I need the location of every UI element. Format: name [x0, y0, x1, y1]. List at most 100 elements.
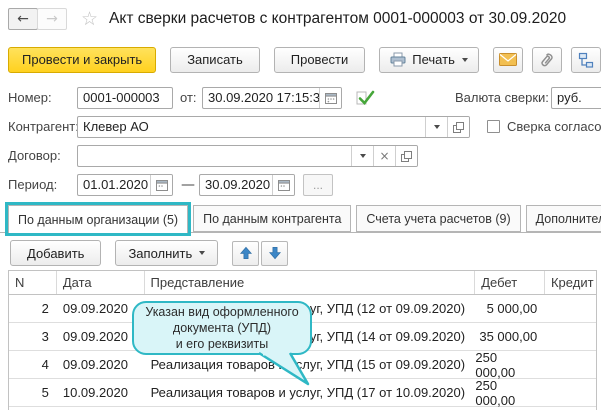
number-input[interactable]: 0001-000003 [77, 87, 173, 109]
fill-label: Заполнить [128, 245, 193, 261]
cell-debit: 250 000,00 [475, 349, 516, 380]
tab-additional[interactable]: Дополнительно [525, 205, 601, 232]
number-label: Номер: [8, 90, 52, 105]
toolbar: Провести и закрыть Записать Провести Печ… [8, 46, 601, 73]
tab-label: По данным контрагента [203, 211, 342, 226]
reconciliation-approved-checkbox[interactable] [487, 120, 500, 133]
cell-n: 5 [41, 385, 49, 400]
period-from-calendar-button[interactable] [150, 175, 172, 195]
cell-date: 10.09.2020 [62, 385, 128, 400]
contract-open-button[interactable] [395, 146, 417, 166]
upd-highlighted-text: УПД (17 от 10.09.2020) [326, 385, 466, 400]
period-to-calendar-button[interactable] [272, 175, 294, 195]
calendar-icon [277, 179, 290, 191]
calendar-icon [324, 92, 337, 104]
forward-button[interactable]: → [37, 8, 67, 30]
clear-x-icon: × [379, 149, 390, 163]
arrow-down-icon [268, 246, 282, 260]
calendar-icon [155, 179, 168, 191]
titlebar: ← → ☆ Акт сверки расчетов с контрагентом… [8, 6, 566, 32]
document-structure-button[interactable] [570, 46, 601, 73]
envelope-icon [498, 53, 517, 66]
callout-text-line: документа (УПД) [172, 321, 272, 335]
open-form-icon [401, 150, 412, 162]
cell-date: 09.09.2020 [62, 357, 128, 372]
back-button[interactable]: ← [8, 8, 38, 30]
period-to-input[interactable]: 30.09.2020 [199, 174, 295, 196]
move-row-up-button[interactable] [232, 240, 260, 266]
date-calendar-button[interactable] [319, 88, 341, 108]
cell-debit: 5 000,00 [486, 301, 538, 316]
tab-by-organization-data[interactable]: По данным организации (5) [8, 205, 189, 233]
column-header-debit[interactable]: Дебет [475, 271, 545, 294]
period-dash: — [181, 177, 195, 193]
favorite-star-icon[interactable]: ☆ [81, 8, 98, 30]
structure-icon [578, 52, 594, 68]
paperclip-icon [537, 49, 557, 70]
tab-label: Дополнительно [535, 211, 601, 226]
currency-input[interactable]: руб. [551, 87, 601, 109]
period-more-button[interactable]: ... [303, 174, 333, 196]
number-value: 0001-000003 [83, 90, 160, 105]
tab-by-counterparty-data[interactable]: По данным контрагента [193, 205, 352, 232]
write-button[interactable]: Записать [170, 46, 260, 73]
printer-icon [390, 52, 406, 67]
add-row-button[interactable]: Добавить [10, 240, 102, 266]
table-header-row: N Дата Представление Дебет Кредит [9, 271, 596, 295]
column-header-n[interactable]: N [9, 271, 57, 294]
currency-label: Валюта сверки: [455, 90, 549, 105]
back-arrow-icon: ← [17, 11, 29, 27]
print-dropdown-caret-icon [461, 57, 468, 62]
forward-arrow-icon: → [46, 11, 58, 27]
reconciliation-act-window: ← → ☆ Акт сверки расчетов с контрагентом… [0, 0, 601, 410]
tab-label: По данным организации (5) [18, 212, 179, 227]
tab-label: Счета учета расчетов (9) [366, 211, 511, 226]
set-current-date-button[interactable] [356, 89, 375, 107]
currency-value: руб. [557, 90, 582, 105]
counterparty-input[interactable]: Клевер АО [77, 116, 470, 138]
fill-button[interactable]: Заполнить [115, 240, 219, 266]
tabstrip: По данным организации (5) По данным конт… [8, 205, 601, 233]
attachments-button[interactable] [531, 46, 562, 73]
fill-dropdown-caret-icon [199, 251, 206, 255]
cell-n: 4 [41, 357, 49, 372]
callout-text-line: и его реквизиты [175, 337, 269, 351]
post-button[interactable]: Провести [273, 46, 366, 73]
period-label: Период: [8, 177, 58, 192]
period-from-input[interactable]: 01.01.2020 [77, 174, 173, 196]
open-form-icon [453, 121, 464, 133]
period-to-value: 30.09.2020 [205, 177, 271, 192]
green-check-icon [356, 90, 375, 105]
contract-input[interactable]: × [77, 145, 418, 167]
annotation-callout-tail [256, 351, 316, 392]
page-title: Акт сверки расчетов с контрагентом 0001-… [109, 10, 567, 27]
column-header-credit[interactable]: Кредит [545, 271, 596, 294]
contract-clear-button[interactable]: × [373, 146, 395, 166]
reconciliation-approved-label: Сверка согласована [507, 119, 601, 134]
cell-n: 2 [41, 301, 49, 316]
chevron-down-icon [433, 125, 440, 129]
contract-value [78, 146, 351, 166]
counterparty-open-button[interactable] [447, 117, 469, 137]
annotation-callout-bubble: Указан вид оформленного документа (УПД) … [132, 301, 312, 355]
cell-debit: 250 000,00 [475, 377, 516, 408]
print-button[interactable]: Печать [379, 46, 479, 73]
contract-label: Договор: [8, 148, 61, 163]
cell-debit: 35 000,00 [479, 329, 538, 344]
chevron-down-icon [359, 154, 366, 158]
column-header-date[interactable]: Дата [57, 271, 145, 294]
table-command-bar: Добавить Заполнить [10, 240, 289, 266]
move-row-down-button[interactable] [261, 240, 289, 266]
tab-settlement-accounts[interactable]: Счета учета расчетов (9) [356, 205, 521, 232]
period-from-value: 01.01.2020 [83, 177, 149, 192]
counterparty-dropdown-button[interactable] [425, 117, 447, 137]
email-button[interactable] [492, 46, 523, 73]
date-input[interactable]: 30.09.2020 17:15:36 [202, 87, 342, 109]
counterparty-value: Клевер АО [83, 119, 149, 134]
date-label: от: [180, 90, 197, 105]
contract-dropdown-button[interactable] [351, 146, 373, 166]
column-header-description[interactable]: Представление [145, 271, 476, 294]
post-and-close-button[interactable]: Провести и закрыть [8, 46, 157, 73]
counterparty-label: Контрагент: [8, 119, 79, 134]
arrow-up-icon [239, 246, 253, 260]
